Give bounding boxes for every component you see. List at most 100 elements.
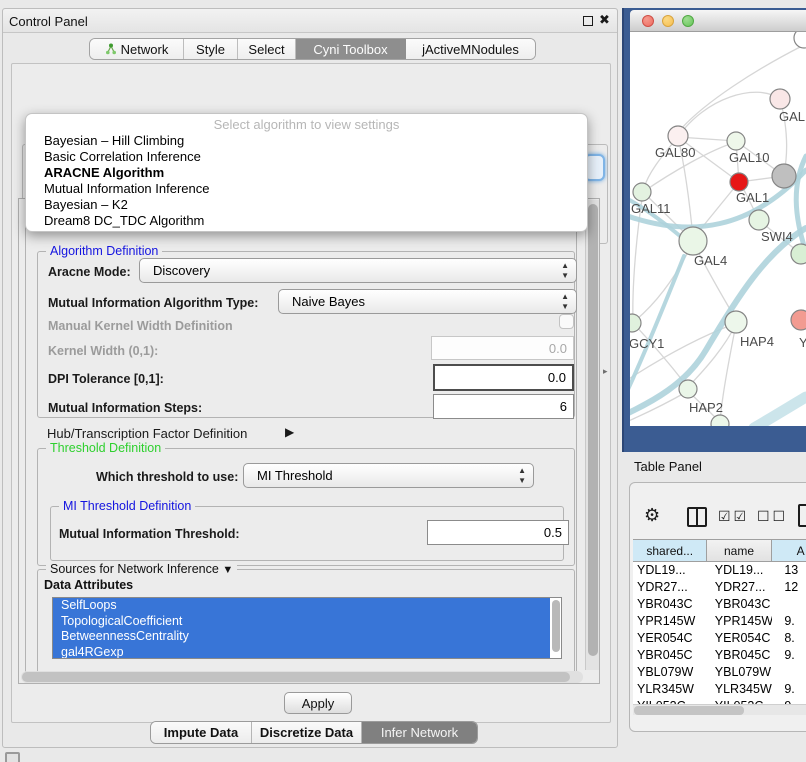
table-row[interactable]: YLR345WYLR345W9. (633, 681, 806, 698)
table-row[interactable]: YPR145WYPR145W9. (633, 613, 806, 630)
network-node-hap2[interactable] (679, 380, 697, 398)
maximize-traffic-light-icon[interactable] (682, 15, 694, 27)
close-icon[interactable]: ✖ (599, 12, 610, 28)
table-cell: 9. (772, 647, 806, 664)
table-row[interactable]: YDL19...YDL19...13 (633, 562, 806, 579)
bottom-tab-infer-network[interactable]: Infer Network (362, 722, 477, 743)
tab-label: Network (121, 42, 169, 57)
node-label: GAL1 (736, 190, 769, 205)
float-icon[interactable] (583, 16, 593, 26)
tab-label: Style (196, 42, 225, 57)
select-all-columns-icon[interactable]: ☑☑ (718, 508, 749, 525)
node-label: Y (799, 335, 806, 350)
table-hscrollbar-thumb[interactable] (634, 706, 744, 715)
algorithm-definition-group: Algorithm Definition Aracne Mode: Discov… (37, 251, 575, 418)
tab-select[interactable]: Select (238, 39, 296, 59)
algorithm-option-bayesian-hill-climbing[interactable]: Bayesian – Hill Climbing (26, 133, 587, 149)
table-row[interactable]: YBL079WYBL079W (633, 664, 806, 681)
aracne-mode-value: Discovery (153, 263, 210, 278)
attribute-item-topologicalcoefficient[interactable]: TopologicalCoefficient (53, 614, 550, 630)
network-node[interactable] (794, 32, 806, 48)
column-header-shared-[interactable]: shared... (633, 540, 707, 561)
table-row[interactable]: YDR27...YDR27...12 (633, 579, 806, 596)
algorithm-definition-title: Algorithm Definition (46, 244, 162, 258)
table-row[interactable]: YER054CYER054C8. (633, 630, 806, 647)
bottom-tab-discretize-data[interactable]: Discretize Data (252, 722, 362, 743)
column-header-name[interactable]: name (707, 540, 771, 561)
algorithm-option-basic-correlation-inference[interactable]: Basic Correlation Inference (26, 149, 587, 165)
tab-label: jActiveMNodules (422, 42, 519, 57)
table-panel: ⚙ ☑☑ ☐☐ shared...nameA YDL19...YDL19...1… (629, 482, 806, 732)
settings-vscrollbar[interactable] (585, 200, 599, 670)
gear-icon[interactable]: ⚙ (644, 505, 660, 526)
network-node[interactable] (791, 244, 806, 264)
settings-hscrollbar[interactable] (21, 671, 583, 683)
node-label: GAL11 (631, 201, 671, 216)
tab-cyni-toolbox[interactable]: Cyni Toolbox (296, 39, 406, 59)
table-cell (772, 664, 806, 681)
table-hscrollbar[interactable] (633, 704, 806, 715)
network-node-gal80[interactable] (668, 126, 688, 146)
table-panel-title: Table Panel (634, 459, 702, 474)
which-threshold-combo[interactable]: MI Threshold ▲▼ (243, 463, 534, 488)
mi-threshold-group: MI Threshold Definition Mutual Informati… (50, 506, 564, 561)
tab-style[interactable]: Style (184, 39, 238, 59)
bottom-tab-impute-data[interactable]: Impute Data (151, 722, 252, 743)
column-header-a[interactable]: A (772, 540, 806, 561)
attribute-item-selfloops[interactable]: SelfLoops (53, 598, 550, 614)
kernel-width-field[interactable]: 0.0 (431, 336, 574, 360)
network-node-swi4[interactable] (749, 210, 769, 230)
network-node-gal[interactable] (770, 89, 790, 109)
apply-button[interactable]: Apply (284, 692, 352, 714)
unselect-all-columns-icon[interactable]: ☐☐ (757, 508, 788, 525)
network-graph: GALGAL80GAL10GAL1GAL11SWI4GAL4GCY1HAP4YH… (630, 32, 806, 426)
table-cell: YBR045C (633, 647, 708, 664)
dpi-tolerance-field[interactable]: 0.0 (433, 364, 574, 391)
node-label: GCY1 (630, 336, 664, 351)
close-traffic-light-icon[interactable] (642, 15, 654, 27)
table-row[interactable]: YBR045CYBR045C9. (633, 647, 806, 664)
node-label: GAL10 (729, 150, 769, 165)
network-node-gal10[interactable] (727, 132, 745, 150)
table-cell: 13 (772, 562, 806, 579)
algorithm-option-aracne-algorithm[interactable]: ARACNE Algorithm (26, 165, 587, 181)
network-node[interactable] (772, 164, 796, 188)
network-canvas[interactable]: GALGAL80GAL10GAL1GAL11SWI4GAL4GCY1HAP4YH… (630, 32, 806, 426)
manual-kernel-checkbox[interactable] (559, 314, 574, 329)
which-threshold-label: Which threshold to use: (96, 470, 238, 484)
mi-threshold-label: Mutual Information Threshold: (59, 527, 240, 541)
algorithm-option-bayesian-k2[interactable]: Bayesian – K2 (26, 197, 587, 213)
mi-steps-field[interactable]: 6 (433, 394, 574, 419)
algorithm-option-mutual-information-inference[interactable]: Mutual Information Inference (26, 181, 587, 197)
attribute-item-betweennesscentrality[interactable]: BetweennessCentrality (53, 629, 550, 645)
network-node-gal11[interactable] (633, 183, 651, 201)
column-view-icon[interactable] (687, 507, 707, 527)
tab-jactivemnodules[interactable]: jActiveMNodules (406, 39, 535, 59)
sources-collapse-icon[interactable]: ▼ (222, 564, 233, 576)
node-label: GAL80 (655, 145, 695, 160)
settings-hscrollbar-thumb[interactable] (22, 672, 570, 682)
network-node-y[interactable] (791, 310, 806, 330)
node-label: GAL4 (694, 253, 727, 268)
mi-threshold-field[interactable]: 0.5 (427, 520, 569, 545)
table-row[interactable]: YBR043CYBR043C (633, 596, 806, 613)
list-scrollbar-thumb[interactable] (552, 600, 560, 652)
network-node-gal1[interactable] (730, 173, 748, 191)
threshold-definition-title: Threshold Definition (46, 441, 165, 455)
algorithm-option-dream8-dc-tdc-algorithm[interactable]: Dream8 DC_TDC Algorithm (26, 213, 587, 229)
network-node-hap4[interactable] (725, 311, 747, 333)
new-table-icon[interactable] (798, 504, 806, 527)
attribute-item-gal4rgexp[interactable]: gal4RGexp (53, 645, 550, 660)
minimize-traffic-light-icon[interactable] (662, 15, 674, 27)
network-node-gal4[interactable] (679, 227, 707, 255)
panel-splitter-handle-icon[interactable]: ▸ (603, 366, 608, 377)
bottom-corner-icon[interactable] (5, 752, 20, 762)
kernel-width-label: Kernel Width (0,1): (48, 344, 158, 358)
hub-expand-arrow-icon[interactable]: ▶ (285, 425, 294, 439)
aracne-mode-combo[interactable]: Discovery ▲▼ (139, 258, 577, 283)
mi-algorithm-type-combo[interactable]: Naive Bayes ▲▼ (278, 289, 577, 314)
combo-stepper-icon: ▲▼ (518, 466, 526, 486)
table-cell: YPR145W (633, 613, 708, 630)
tab-network[interactable]: Network (90, 39, 184, 59)
settings-vscrollbar-thumb[interactable] (588, 204, 598, 656)
